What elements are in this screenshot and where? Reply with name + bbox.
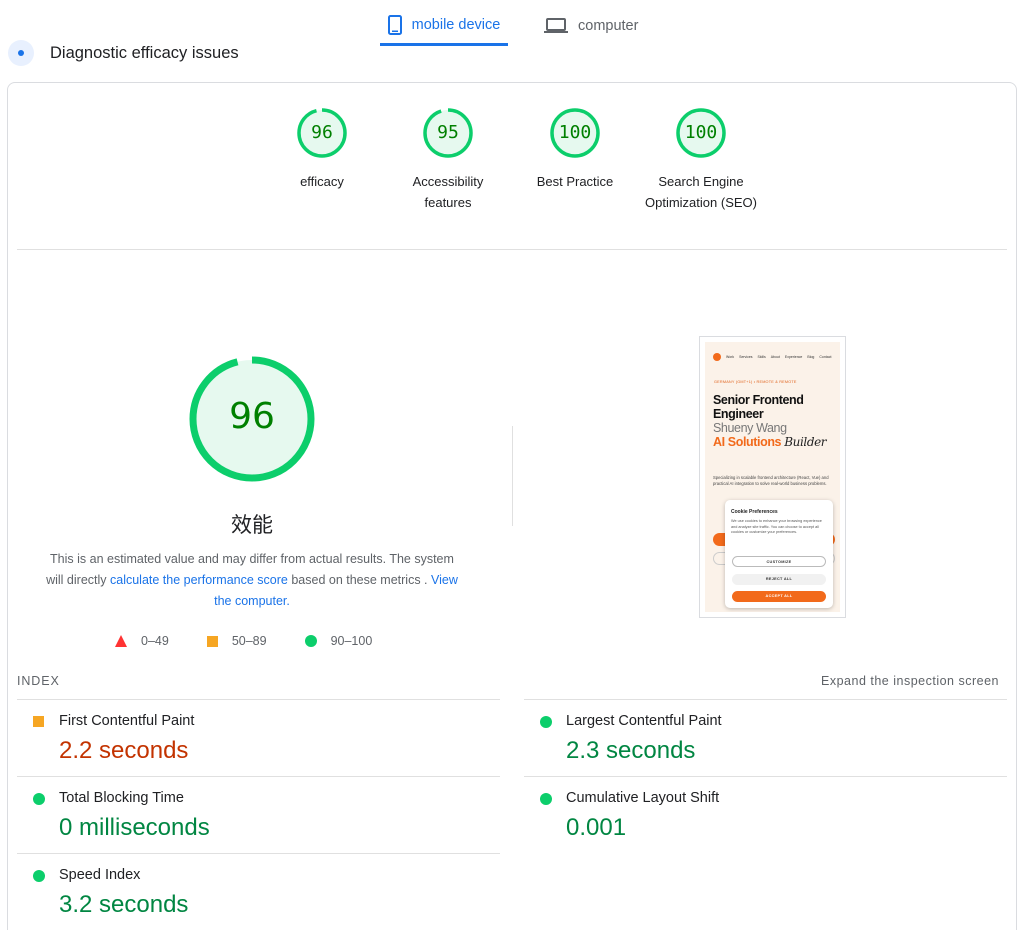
metric-value: 0 milliseconds <box>59 814 210 841</box>
gauge-label: Best Practice <box>536 174 614 189</box>
average-square-icon <box>33 716 44 727</box>
main-score: 96 <box>229 396 275 437</box>
headline-accent: AI Solutions <box>713 435 782 449</box>
tab-desktop-label: computer <box>578 18 639 34</box>
cookie-text: We use cookies to enhance your browsing … <box>731 519 822 534</box>
metric-cls: Cumulative Layout Shift 0.001 <box>524 776 1007 853</box>
metrics-heading: INDEX <box>17 674 60 688</box>
nav-item: Services <box>739 355 753 359</box>
gauge-label: efficacy <box>300 174 344 189</box>
cookie-accept-button: ACCEPT ALL <box>732 591 826 602</box>
cookie-modal: Cookie Preferences We use cookies to enh… <box>725 500 833 608</box>
metrics-header: INDEX Expand the inspection screen <box>17 674 999 688</box>
metric-value: 2.3 seconds <box>566 737 696 764</box>
good-circle-icon <box>33 793 45 805</box>
score-legend: 0–49 50–89 90–100 <box>115 632 410 650</box>
gauge-label: Accessibility features <box>412 174 484 210</box>
gauge-performance[interactable]: 96 efficacy <box>262 107 382 192</box>
metric-tbt: Total Blocking Time 0 milliseconds <box>17 776 500 853</box>
estimate-note: This is an estimated value and may diffe… <box>42 549 462 612</box>
legend-range: 50–89 <box>231 634 267 648</box>
legend-item-average: 50–89 <box>206 634 267 648</box>
expand-view-toggle[interactable]: Expand the inspection screen <box>821 674 999 688</box>
divider <box>17 249 1007 250</box>
gauge-score: 96 <box>311 122 333 143</box>
good-circle-icon <box>540 716 552 728</box>
legend-item-good: 90–100 <box>304 634 373 648</box>
legend-range: 90–100 <box>330 634 373 648</box>
metric-value: 2.2 seconds <box>59 737 189 764</box>
nav-item: About <box>770 355 780 359</box>
vertical-divider <box>512 426 513 526</box>
page-screenshot[interactable]: Work Services Skills About Experience Bl… <box>699 336 846 618</box>
metric-si: Speed Index 3.2 seconds <box>17 853 500 930</box>
cookie-title: Cookie Preferences <box>731 509 778 515</box>
tab-mobile-label: mobile device <box>411 16 501 33</box>
metric-name: Total Blocking Time <box>59 790 184 806</box>
note-text: based on these metrics . <box>287 573 432 587</box>
status-dot-icon <box>8 40 34 66</box>
hero-headline: Senior Frontend Engineer Shueny Wang AI … <box>713 393 838 449</box>
tab-desktop[interactable]: computer <box>544 6 638 46</box>
metric-lcp: Largest Contentful Paint 2.3 seconds <box>524 699 1007 776</box>
cookie-reject-button: REJECT ALL <box>732 574 826 585</box>
metric-name: Speed Index <box>59 867 141 883</box>
location-badge: GERMANY (GMT+1) • REMOTE & REMOTE <box>714 380 797 384</box>
good-circle-icon <box>540 793 552 805</box>
gauge-score: 100 <box>684 122 718 143</box>
performance-main-gauge: 96 <box>187 354 317 484</box>
gauge-label: Search Engine Optimization (SEO) <box>645 174 757 210</box>
metric-name: First Contentful Paint <box>59 713 195 729</box>
nav-item: Experience <box>784 355 803 359</box>
triangle-icon <box>115 635 127 647</box>
legend-item-poor: 0–49 <box>115 634 169 648</box>
nav-item: Blog <box>807 355 815 359</box>
good-circle-icon <box>33 870 45 882</box>
section-header: Diagnostic efficacy issues <box>8 40 239 66</box>
metric-value: 0.001 <box>566 814 627 841</box>
nav-item: Work <box>726 355 735 359</box>
headline-line: Senior Frontend Engineer <box>713 393 804 421</box>
metric-value: 3.2 seconds <box>59 891 189 918</box>
circle-icon <box>304 635 317 647</box>
hero-paragraph: Specializing in scalable frontend archit… <box>713 475 829 486</box>
page-title: Diagnostic efficacy issues <box>50 43 239 62</box>
gauge-accessibility[interactable]: 95 Accessibility features <box>388 107 508 213</box>
legend-range: 0–49 <box>141 634 169 648</box>
gauge-score: 100 <box>558 122 592 143</box>
smartphone-icon <box>387 14 402 35</box>
metric-fcp: First Contentful Paint 2.2 seconds <box>17 699 500 776</box>
tab-mobile[interactable]: mobile device <box>380 6 508 46</box>
calculator-link[interactable]: calculate the performance score <box>110 573 288 587</box>
metric-name: Largest Contentful Paint <box>566 713 722 729</box>
headline-name: Shueny Wang <box>713 421 787 435</box>
cookie-customize-button: CUSTOMIZE <box>732 556 826 567</box>
category-gauges: 96 efficacy 95 Accessibility features 10… <box>0 107 1024 237</box>
headline-italic: Builder <box>784 435 827 449</box>
gauge-best-practices[interactable]: 100 Best Practice <box>515 107 635 192</box>
laptop-icon <box>544 18 568 34</box>
screenshot-nav: Work Services Skills About Experience Bl… <box>713 352 838 362</box>
gauge-score: 95 <box>437 122 459 143</box>
metric-name: Cumulative Layout Shift <box>566 790 720 806</box>
gauge-seo[interactable]: 100 Search Engine Optimization (SEO) <box>641 107 761 213</box>
logo-icon <box>713 353 721 361</box>
main-gauge-title: 效能 <box>231 514 273 537</box>
nav-item: Skills <box>757 355 766 359</box>
nav-item: Contact <box>819 355 832 359</box>
square-icon <box>206 635 218 647</box>
